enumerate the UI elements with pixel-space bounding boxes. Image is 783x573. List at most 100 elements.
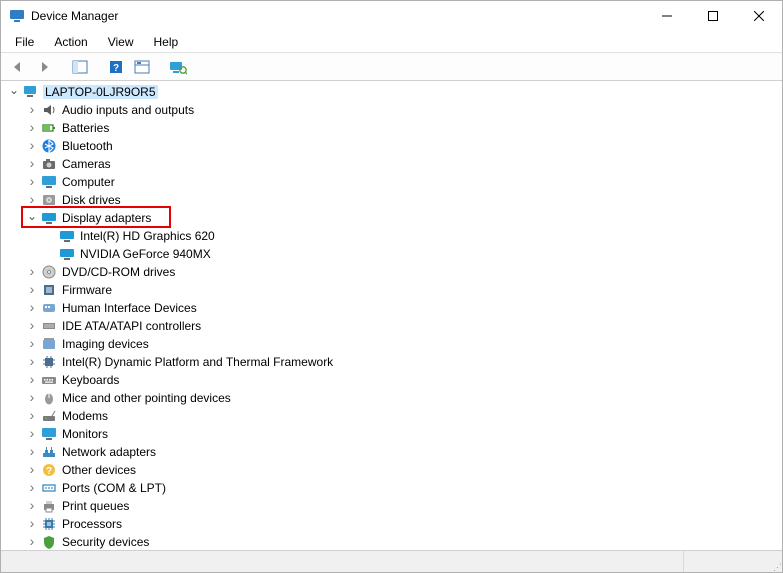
display-icon [59,228,75,244]
chevron-right-icon[interactable] [25,319,39,333]
maximize-button[interactable] [690,1,736,31]
hid-icon [41,300,57,316]
tree-item[interactable]: Security devices [5,533,782,550]
chevron-right-icon[interactable] [25,301,39,315]
chevron-right-icon[interactable] [25,121,39,135]
optical-icon [41,264,57,280]
menu-action[interactable]: Action [46,33,95,51]
chevron-right-icon[interactable] [25,517,39,531]
chevron-right-icon[interactable] [25,409,39,423]
chevron-right-icon[interactable] [25,337,39,351]
tree-item[interactable]: DVD/CD-ROM drives [5,263,782,281]
chevron-right-icon[interactable] [25,481,39,495]
tree-item-label: Batteries [62,121,109,135]
tree-item-label: Mice and other pointing devices [62,391,231,405]
chevron-right-icon[interactable] [25,283,39,297]
tree-item[interactable]: Intel(R) HD Graphics 620 [5,227,782,245]
tree-item[interactable]: Intel(R) Dynamic Platform and Thermal Fr… [5,353,782,371]
tree-item-label: Security devices [62,535,149,549]
tree-item[interactable]: Batteries [5,119,782,137]
tree-item-label: IDE ATA/ATAPI controllers [62,319,201,333]
chevron-right-icon[interactable] [25,193,39,207]
chevron-right-icon[interactable] [25,445,39,459]
toolbar-forward-button[interactable] [33,56,55,78]
tree-item[interactable]: Computer [5,173,782,191]
tree-item[interactable]: Ports (COM & LPT) [5,479,782,497]
close-button[interactable] [736,1,782,31]
firmware-icon [41,282,57,298]
tree-item-label: Imaging devices [62,337,149,351]
tree-item-label: NVIDIA GeForce 940MX [80,247,211,261]
mouse-icon [41,390,57,406]
toolbar-back-button[interactable] [7,56,29,78]
tree-item[interactable]: Print queues [5,497,782,515]
tree-item[interactable]: Firmware [5,281,782,299]
display-icon [59,246,75,262]
toolbar-scan-button[interactable] [167,56,189,78]
tree-item-label: Intel(R) HD Graphics 620 [80,229,215,243]
svg-text:?: ? [46,466,52,477]
tree-item[interactable]: Keyboards [5,371,782,389]
tree-item-label: Display adapters [62,211,151,225]
tree-item[interactable]: Mice and other pointing devices [5,389,782,407]
statusbar-pane-right [684,551,764,572]
processor-icon [41,516,57,532]
computer-icon [23,84,39,100]
menu-file[interactable]: File [7,33,42,51]
tree-item[interactable]: Audio inputs and outputs [5,101,782,119]
tree-item[interactable]: Display adapters [5,209,782,227]
chevron-right-icon[interactable] [25,391,39,405]
arrow-right-icon [36,59,52,75]
toolbar-showtree-button[interactable] [69,56,91,78]
chevron-right-icon[interactable] [25,265,39,279]
chevron-down-icon[interactable] [25,211,39,225]
tree-item[interactable]: Imaging devices [5,335,782,353]
scan-hardware-icon [169,59,187,75]
tree-item[interactable]: Bluetooth [5,137,782,155]
tree-item[interactable]: Processors [5,515,782,533]
minimize-button[interactable] [644,1,690,31]
tree-item-label: Audio inputs and outputs [62,103,194,117]
tree-pane-icon [72,59,88,75]
security-icon [41,534,57,550]
chevron-right-icon[interactable] [25,427,39,441]
battery-icon [41,120,57,136]
chevron-right-icon[interactable] [25,373,39,387]
tree-item[interactable]: Monitors [5,425,782,443]
tree-item[interactable]: IDE ATA/ATAPI controllers [5,317,782,335]
chip-icon [41,354,57,370]
printer-icon [41,498,57,514]
tree-item-label: Ports (COM & LPT) [62,481,166,495]
toolbar-help-button[interactable]: ? [105,56,127,78]
tree-item[interactable]: LAPTOP-0LJR9OR5 [5,83,782,101]
tree-item[interactable]: Human Interface Devices [5,299,782,317]
tree-item[interactable]: Disk drives [5,191,782,209]
chevron-right-icon[interactable] [25,355,39,369]
tree-item-label: Firmware [62,283,112,297]
toolbar: ? [1,53,782,81]
chevron-right-icon[interactable] [25,463,39,477]
chevron-right-icon[interactable] [25,535,39,549]
tree-item-label: DVD/CD-ROM drives [62,265,175,279]
network-icon [41,444,57,460]
chevron-right-icon[interactable] [25,139,39,153]
tree-item[interactable]: Cameras [5,155,782,173]
tree-item-label: Disk drives [62,193,121,207]
chevron-right-icon[interactable] [25,103,39,117]
tree-item[interactable]: Modems [5,407,782,425]
monitor-icon [41,426,57,442]
chevron-right-icon[interactable] [25,157,39,171]
imaging-icon [41,336,57,352]
menu-view[interactable]: View [100,33,142,51]
tree-item[interactable]: Network adapters [5,443,782,461]
device-tree[interactable]: LAPTOP-0LJR9OR5 Audio inputs and outputs B… [1,81,782,550]
toolbar-properties-button[interactable] [131,56,153,78]
statusbar: ⋰ [1,550,782,572]
tree-item[interactable]: NVIDIA GeForce 940MX [5,245,782,263]
chevron-right-icon[interactable] [25,499,39,513]
resize-grip-icon[interactable]: ⋰ [764,551,782,572]
menu-help[interactable]: Help [146,33,187,51]
tree-item[interactable]: ?Other devices [5,461,782,479]
chevron-down-icon[interactable] [7,85,21,99]
chevron-right-icon[interactable] [25,175,39,189]
